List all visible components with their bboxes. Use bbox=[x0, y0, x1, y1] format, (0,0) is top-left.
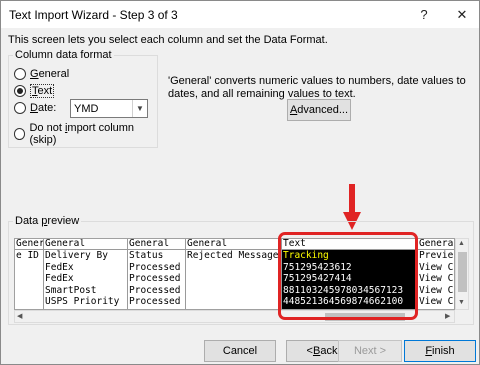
preview-cell: Processed bbox=[129, 296, 181, 308]
scroll-up-icon[interactable]: ▲ bbox=[458, 240, 465, 247]
radio-skip-label: Do not import column (skip) bbox=[29, 122, 135, 146]
preview-cell: View C bbox=[419, 296, 454, 308]
preview-cell bbox=[15, 262, 43, 274]
chevron-down-icon[interactable]: ▼ bbox=[132, 100, 147, 117]
radio-general-label: General bbox=[30, 68, 70, 80]
scroll-down-icon[interactable]: ▼ bbox=[458, 299, 465, 306]
radio-general-circle[interactable] bbox=[14, 68, 26, 80]
column-format-legend: Column data format bbox=[13, 49, 114, 61]
format-description: 'General' converts numeric values to num… bbox=[168, 75, 466, 100]
preview-column-1[interactable]: General Delivery By FedEx FedEx SmartPost USP… bbox=[43, 239, 127, 309]
preview-cell: Tracking bbox=[283, 250, 329, 261]
scroll-right-icon[interactable]: ▶ bbox=[445, 312, 450, 320]
preview-column-header[interactable]: Text bbox=[282, 239, 417, 250]
preview-cell: Processed bbox=[129, 273, 181, 285]
preview-column-0[interactable]: Gener e ID bbox=[15, 239, 43, 309]
preview-column-2[interactable]: General Status Processed Processed Processed… bbox=[127, 239, 185, 309]
preview-cell bbox=[15, 296, 43, 308]
preview-column-header[interactable]: Gener bbox=[15, 239, 43, 250]
preview-cell: 881103245978034567123 bbox=[283, 284, 404, 296]
radio-date[interactable]: Date: YMD ▼ bbox=[14, 99, 154, 118]
vertical-scrollbar[interactable]: ▲ ▼ bbox=[455, 238, 469, 310]
column-format-group: Column data format General Text Date: YM… bbox=[8, 49, 158, 148]
data-preview-legend: Data preview bbox=[13, 215, 82, 227]
advanced-button[interactable]: Advanced... bbox=[287, 99, 351, 121]
preview-column-header[interactable]: General bbox=[186, 239, 281, 250]
finish-button[interactable]: Finish bbox=[404, 340, 476, 362]
preview-column-4[interactable]: Text Tracking 751295423612 751295427414 8811… bbox=[281, 239, 417, 309]
preview-cell: FedEx bbox=[45, 273, 74, 285]
title-bar: Text Import Wizard - Step 3 of 3 ? ✕ bbox=[1, 1, 479, 28]
preview-cell: Delivery By bbox=[45, 250, 108, 261]
scroll-left-icon[interactable]: ◀ bbox=[17, 312, 22, 320]
preview-cell: USPS Priority bbox=[45, 296, 120, 308]
horizontal-scroll-thumb[interactable] bbox=[325, 313, 405, 321]
preview-cell bbox=[186, 262, 281, 274]
preview-cell: 448521364569874662100 bbox=[283, 296, 404, 308]
window-title: Text Import Wizard - Step 3 of 3 bbox=[9, 8, 178, 22]
preview-cell bbox=[186, 273, 281, 285]
preview-cell: View C bbox=[419, 284, 454, 296]
preview-cell: 751295423612 bbox=[283, 261, 352, 273]
preview-column-header[interactable]: General bbox=[44, 239, 127, 250]
preview-column-3[interactable]: General Rejected Message bbox=[185, 239, 281, 309]
horizontal-scrollbar[interactable]: ◀ ▶ bbox=[14, 310, 455, 323]
preview-cell: Previe bbox=[419, 250, 454, 261]
preview-cell: Rejected Message bbox=[187, 250, 279, 261]
instruction-text: This screen lets you select each column … bbox=[8, 34, 328, 46]
preview-column-header[interactable]: General bbox=[128, 239, 185, 250]
preview-cell bbox=[186, 296, 281, 308]
preview-cell bbox=[15, 285, 43, 297]
preview-cell: 751295427414 bbox=[283, 273, 352, 285]
cancel-button[interactable]: Cancel bbox=[204, 340, 276, 362]
preview-cell bbox=[186, 285, 281, 297]
preview-cell bbox=[15, 273, 43, 285]
close-icon[interactable]: ✕ bbox=[445, 1, 479, 28]
preview-cell: FedEx bbox=[45, 261, 74, 273]
preview-cell: SmartPost bbox=[45, 284, 97, 296]
radio-skip-circle[interactable] bbox=[14, 128, 26, 140]
next-button[interactable]: Next > bbox=[338, 340, 402, 362]
help-icon[interactable]: ? bbox=[407, 1, 441, 28]
radio-date-label: Date: bbox=[30, 102, 57, 114]
radio-date-circle[interactable] bbox=[14, 102, 26, 114]
vertical-scroll-thumb[interactable] bbox=[458, 252, 467, 292]
data-preview-grid[interactable]: Gener e ID General Delivery By FedEx FedEx Sma… bbox=[14, 238, 455, 310]
preview-column-header[interactable]: Genera bbox=[418, 239, 454, 250]
preview-cell: Status bbox=[129, 250, 164, 261]
radio-text[interactable]: Text bbox=[14, 84, 55, 98]
date-format-select[interactable]: YMD ▼ bbox=[70, 99, 148, 118]
preview-cell: Processed bbox=[129, 284, 181, 296]
preview-cell: View C bbox=[419, 261, 454, 273]
radio-text-label: Text bbox=[30, 84, 55, 98]
radio-text-circle[interactable] bbox=[14, 85, 26, 97]
date-format-value: YMD bbox=[74, 102, 99, 115]
preview-cell: Processed bbox=[129, 261, 181, 273]
preview-column-5[interactable]: Genera Previe View C View C View C View C bbox=[417, 239, 454, 309]
preview-cell: View C bbox=[419, 273, 454, 285]
radio-general[interactable]: General bbox=[14, 68, 69, 80]
radio-skip[interactable]: Do not import column (skip) bbox=[14, 122, 157, 146]
preview-cell: e ID bbox=[16, 250, 39, 261]
text-import-wizard-dialog: Text Import Wizard - Step 3 of 3 ? ✕ Thi… bbox=[0, 0, 480, 365]
